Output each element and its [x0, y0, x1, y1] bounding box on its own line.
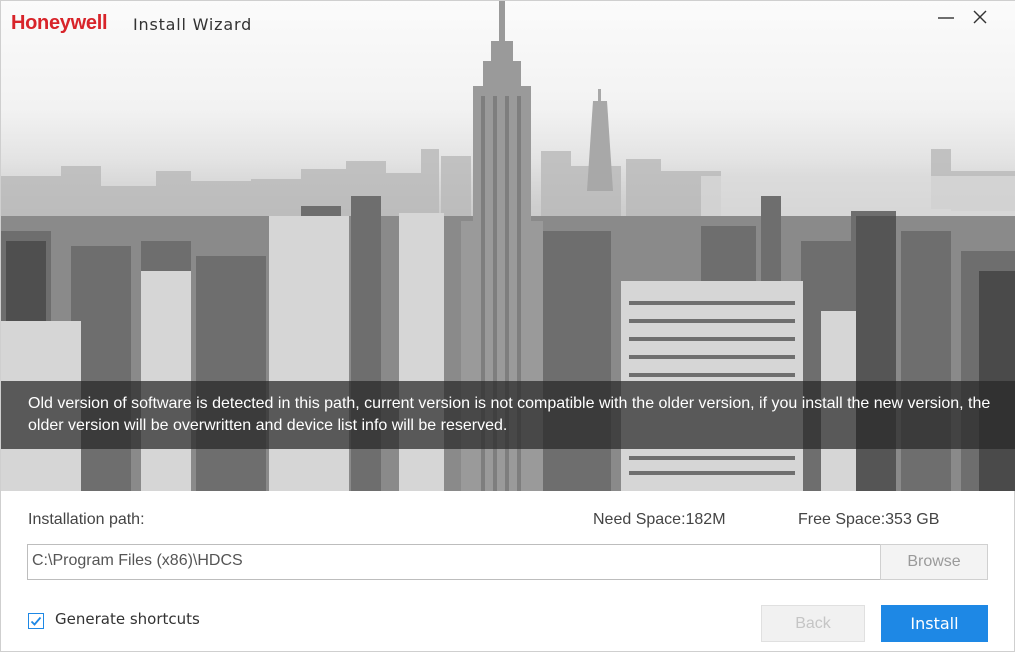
window-title: Install Wizard: [133, 15, 253, 34]
minimize-button[interactable]: [935, 5, 957, 29]
installation-path-label: Installation path:: [28, 511, 145, 528]
generate-shortcuts-checkbox[interactable]: [28, 613, 44, 629]
minimize-icon: [938, 17, 954, 19]
installation-path-input[interactable]: [32, 552, 872, 570]
install-button[interactable]: Install: [881, 605, 988, 642]
close-button[interactable]: [969, 5, 991, 29]
need-space-label: Need Space:182M: [593, 511, 726, 528]
notice-text: Old version of software is detected in t…: [28, 395, 991, 434]
checkmark-icon: [30, 616, 42, 626]
hero-city-image: Honeywell Install Wizard Old version of …: [1, 1, 1015, 491]
generate-shortcuts-label[interactable]: Generate shortcuts: [55, 610, 200, 628]
title-bar: Honeywell Install Wizard: [1, 1, 1015, 47]
back-button[interactable]: Back: [761, 605, 865, 642]
installation-path-field[interactable]: [27, 544, 881, 580]
compatibility-notice: Old version of software is detected in t…: [1, 381, 1015, 449]
honeywell-logo: Honeywell: [11, 12, 108, 34]
free-space-label: Free Space:353 GB: [798, 511, 940, 528]
install-wizard-window: Honeywell Install Wizard Old version of …: [0, 0, 1015, 652]
browse-button[interactable]: Browse: [880, 544, 988, 580]
close-icon: [973, 10, 987, 24]
